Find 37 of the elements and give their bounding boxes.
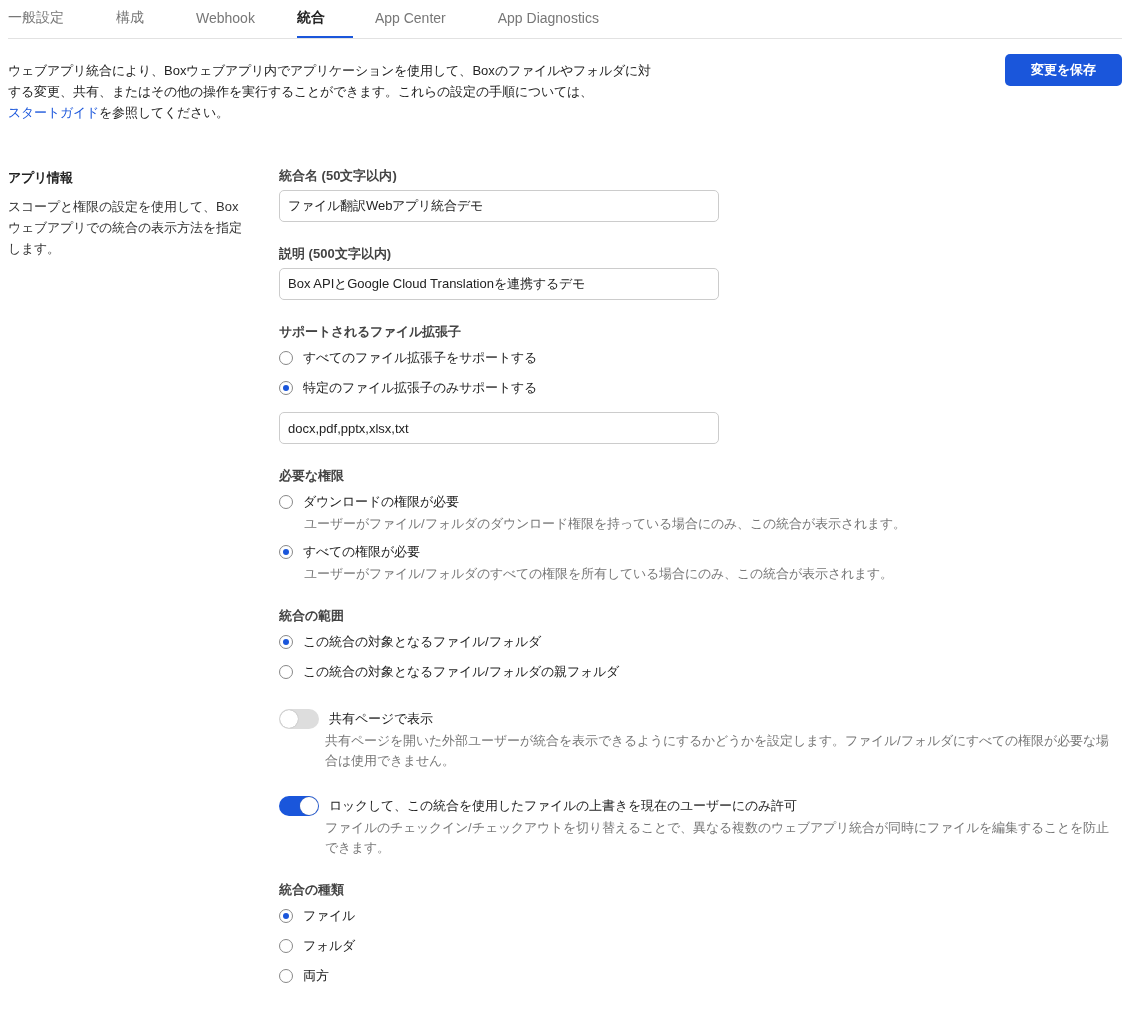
section-description: スコープと権限の設定を使用して、Boxウェブアプリでの統合の表示方法を指定します。 [8, 198, 243, 258]
radio-label: 両方 [303, 967, 329, 985]
radio-label: 特定のファイル拡張子のみサポートする [303, 379, 537, 397]
group-label: 必要な権限 [279, 467, 345, 485]
toggle-hint: ファイルのチェックイン/チェックアウトを切り替えることで、異なる複数のウェブアプリ統合が同時にファイルを編集することを防止できます。 [325, 819, 1110, 857]
toggle-label: 共有ページで表示 [329, 710, 433, 728]
group-label: 統合の種類 [279, 881, 345, 899]
toggle-label: ロックして、この統合を使用したファイルの上書きを現在のユーザーにのみ許可 [329, 797, 797, 815]
field-label: 統合名 (50文字以内) [279, 167, 398, 185]
input-field[interactable]: docx,pdf,pptx,xlsx,txt [279, 412, 719, 444]
tab[interactable]: 統合 [296, 0, 353, 38]
guide-link[interactable]: スタートガイド [8, 105, 99, 120]
tab[interactable]: 構成 [114, 0, 144, 38]
tab[interactable]: App Diagnostics [495, 0, 599, 38]
section-title: アプリ情報 [8, 169, 74, 187]
toggle-switch[interactable] [279, 796, 319, 816]
radio-label: この統合の対象となるファイル/フォルダの親フォルダ [303, 663, 619, 681]
option-hint: ユーザーがファイル/フォルダのすべての権限を所有している場合にのみ、この統合が表示されます。 [304, 565, 894, 583]
input-field[interactable]: ファイル翻訳Webアプリ統合デモ [279, 190, 719, 222]
radio-label: ダウンロードの権限が必要 [303, 493, 459, 511]
radio-label: フォルダ [303, 937, 355, 955]
intro-text: ウェブアプリ統合により、Boxウェブアプリ内でアプリケーションを使用して、Boxのファイルやフォルダに対する変更、共有、またはその他の操作を実行することができます。これらの設定の手順については、 スタートガイド を参照してください。 [8, 62, 652, 122]
option-hint: ユーザーがファイル/フォルダのダウンロード権限を持っている場合にのみ、この統合が表示されます。 [304, 515, 907, 533]
toggle-hint: 共有ページを開いた外部ユーザーが統合を表示できるようにするかどうかを設定します。ファイル/フォルダにすべての権限が必要な場合は使用できません。 [325, 732, 1110, 770]
radio-label: この統合の対象となるファイル/フォルダ [303, 633, 541, 651]
tab[interactable]: Webhook [194, 0, 255, 38]
tab[interactable]: 一般設定 [8, 0, 64, 38]
radio-label: ファイル [303, 907, 355, 925]
input-field[interactable]: Box APIとGoogle Cloud Translationを連携するデモ [279, 268, 719, 300]
tab[interactable]: App Center [372, 0, 446, 38]
save-button[interactable]: 変更を保存 [1005, 54, 1122, 86]
group-label: サポートされるファイル拡張子 [279, 323, 462, 341]
radio-label: すべてのファイル拡張子をサポートする [303, 349, 537, 367]
group-label: 統合の範囲 [279, 607, 345, 625]
toggle-switch[interactable] [279, 709, 319, 729]
field-label: 説明 (500文字以内) [279, 245, 392, 263]
radio-label: すべての権限が必要 [303, 543, 420, 561]
